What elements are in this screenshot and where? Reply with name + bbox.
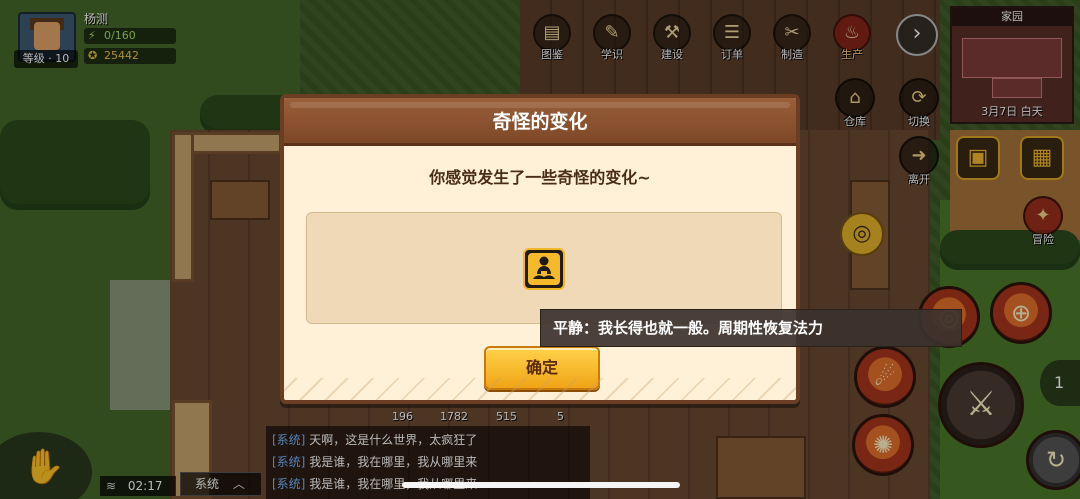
effect-tooltip: 平静：我长得也就一般。周期性恢复法力 [540,309,962,347]
meditation-figure [533,256,555,279]
strange-change-dialog: 奇怪的变化 你感觉发生了一些奇怪的变化~ 确定 [280,94,800,404]
dialog-message: 你感觉发生了一些奇怪的变化~ [429,168,651,187]
dialog-header: 奇怪的变化 [284,98,796,146]
meditation-icon[interactable] [523,248,565,290]
header-shine [290,102,790,108]
dialog-title: 奇怪的变化 [492,111,588,133]
effect-panel [306,212,782,324]
dialog-decoration [284,378,796,400]
home-indicator[interactable] [402,482,680,488]
